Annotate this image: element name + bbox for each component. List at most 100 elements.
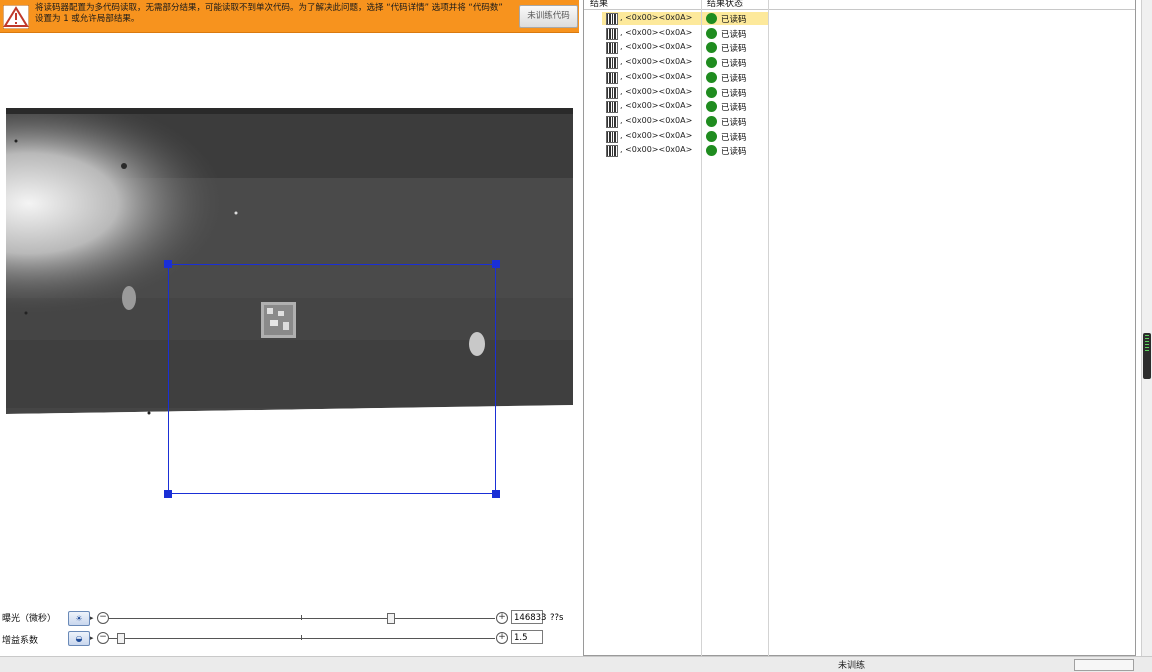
exposure-value-input[interactable]: 146833 <box>511 610 546 624</box>
status-cell[interactable]: 已读码 <box>702 144 768 157</box>
table-row[interactable]: , <0x00><0x0A> 已读码 <box>584 130 768 144</box>
status-bar: 未训练 <box>0 656 1152 672</box>
barcode-icon <box>606 115 618 128</box>
status-ok-icon <box>706 130 717 142</box>
header-divider <box>584 9 1135 10</box>
status-text: 已读码 <box>721 132 747 143</box>
roi-rectangle[interactable] <box>168 264 496 494</box>
result-cell[interactable]: , <0x00><0x0A> <box>602 130 701 143</box>
table-row[interactable]: , <0x00><0x0A> 已读码 <box>584 56 768 70</box>
status-cell[interactable]: 已读码 <box>702 100 768 113</box>
results-panel: 结果 结果状态 , <0x00><0x0A> 已读码 , <0x00><0x0A> 已… <box>583 0 1136 656</box>
barcode-icon <box>606 71 618 84</box>
column-divider <box>768 0 769 656</box>
status-text: 已读码 <box>721 59 747 70</box>
status-cell[interactable]: 已读码 <box>702 27 768 40</box>
gain-dropdown-icon[interactable]: ▸ <box>90 633 96 643</box>
exposure-increase-button[interactable]: + <box>496 612 508 624</box>
untrained-code-button[interactable]: 未训练代码 <box>519 5 578 28</box>
status-text: 已读码 <box>721 117 747 128</box>
barcode-icon <box>606 27 618 40</box>
table-row[interactable]: , <0x00><0x0A> 已读码 <box>584 12 768 26</box>
result-text: , <0x00><0x0A> <box>620 57 693 67</box>
right-edge-strip <box>1141 0 1152 656</box>
status-text: 已读码 <box>721 15 747 25</box>
status-cell[interactable]: 已读码 <box>702 41 768 54</box>
table-row[interactable]: , <0x00><0x0A> 已读码 <box>584 115 768 129</box>
exposure-slider-track[interactable] <box>109 618 495 619</box>
result-text: , <0x00><0x0A> <box>620 71 693 81</box>
table-row[interactable]: , <0x00><0x0A> 已读码 <box>584 144 768 158</box>
panel-grip-handle[interactable] <box>1143 333 1151 379</box>
status-cell[interactable]: 已读码 <box>702 130 768 143</box>
result-cell[interactable]: , <0x00><0x0A> <box>602 115 701 128</box>
table-row[interactable]: , <0x00><0x0A> 已读码 <box>584 100 768 114</box>
exposure-label: 曝光（微秒） <box>2 614 57 624</box>
result-cell[interactable]: , <0x00><0x0A> <box>602 56 701 70</box>
barcode-icon <box>606 130 618 143</box>
status-text: 未训练 <box>838 661 866 671</box>
gain-decrease-button[interactable]: − <box>97 632 109 644</box>
gain-increase-button[interactable]: + <box>496 632 508 644</box>
result-cell[interactable]: , <0x00><0x0A> <box>602 71 701 84</box>
exposure-auto-icon[interactable]: ☀ <box>68 611 90 626</box>
status-ok-icon <box>706 101 717 113</box>
status-text: 已读码 <box>721 103 747 114</box>
status-text: 已读码 <box>721 29 747 40</box>
status-text: 已读码 <box>721 88 747 99</box>
status-cell[interactable]: 已读码 <box>702 86 768 99</box>
status-ok-icon <box>706 13 717 24</box>
gain-value-input[interactable]: 1.5 <box>511 630 543 644</box>
result-column-header[interactable]: 结果 <box>590 0 608 9</box>
barcode-icon <box>606 13 618 25</box>
roi-handle-bottom-left[interactable] <box>164 490 172 498</box>
result-text: , <0x00><0x0A> <box>620 86 693 96</box>
result-cell[interactable]: , <0x00><0x0A> <box>602 27 701 40</box>
status-text: 已读码 <box>721 147 747 158</box>
status-cell[interactable]: 已读码 <box>702 71 768 84</box>
gain-slider-thumb[interactable] <box>116 633 125 644</box>
gain-label: 增益系数 <box>2 636 39 646</box>
table-row[interactable]: , <0x00><0x0A> 已读码 <box>584 86 768 100</box>
status-text: 已读码 <box>721 44 747 55</box>
exposure-unit: ??s <box>550 613 564 623</box>
barcode-icon <box>606 101 618 114</box>
table-row[interactable]: , <0x00><0x0A> 已读码 <box>584 71 768 85</box>
status-cell[interactable]: 已读码 <box>702 12 768 25</box>
result-cell[interactable]: , <0x00><0x0A> <box>602 100 701 114</box>
exposure-slider-tick <box>301 615 302 620</box>
barcode-icon <box>606 57 618 70</box>
table-row[interactable]: , <0x00><0x0A> 已读码 <box>584 27 768 41</box>
table-row[interactable]: , <0x00><0x0A> 已读码 <box>584 41 768 55</box>
status-ok-icon <box>706 27 717 39</box>
status-box <box>1074 659 1134 671</box>
status-cell[interactable]: 已读码 <box>702 56 768 69</box>
barcode-icon <box>606 42 618 55</box>
result-text: , <0x00><0x0A> <box>620 13 693 22</box>
result-text: , <0x00><0x0A> <box>620 115 693 125</box>
status-column-header[interactable]: 结果状态 <box>707 0 743 9</box>
result-cell[interactable]: , <0x00><0x0A> <box>602 144 701 158</box>
status-ok-icon <box>706 71 717 83</box>
exposure-slider-thumb[interactable] <box>386 613 395 624</box>
exposure-decrease-button[interactable]: − <box>97 612 109 624</box>
result-cell[interactable]: , <0x00><0x0A> <box>602 12 701 25</box>
status-cell[interactable]: 已读码 <box>702 115 768 128</box>
status-text: 已读码 <box>721 73 747 84</box>
warning-triangle-icon <box>3 5 29 29</box>
result-text: , <0x00><0x0A> <box>620 42 693 52</box>
result-cell[interactable]: , <0x00><0x0A> <box>602 41 701 55</box>
result-cell[interactable]: , <0x00><0x0A> <box>602 86 701 99</box>
gain-auto-icon[interactable]: ◒ <box>68 631 90 646</box>
roi-handle-top-right[interactable] <box>492 260 500 268</box>
roi-handle-bottom-right[interactable] <box>492 490 500 498</box>
status-ok-icon <box>706 42 717 54</box>
roi-handle-top-left[interactable] <box>164 260 172 268</box>
gain-slider-track[interactable] <box>109 638 495 639</box>
barcode-icon <box>606 86 618 99</box>
exposure-dropdown-icon[interactable]: ▸ <box>90 613 96 623</box>
gain-slider-tick <box>301 635 302 640</box>
barcode-icon <box>606 145 618 158</box>
result-text: , <0x00><0x0A> <box>620 130 693 140</box>
result-text: , <0x00><0x0A> <box>620 101 693 111</box>
